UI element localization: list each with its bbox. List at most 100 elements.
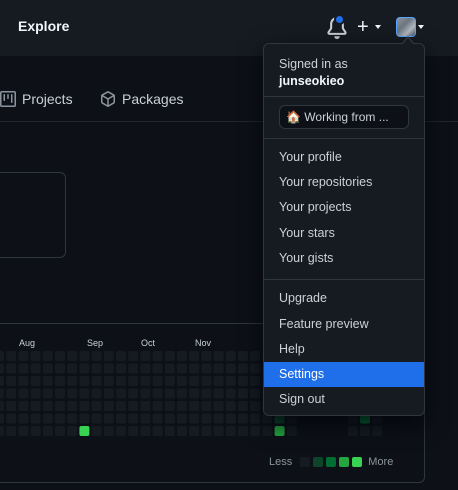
contribution-day[interactable] bbox=[116, 426, 126, 436]
menu-item-settings[interactable]: Settings bbox=[264, 362, 424, 387]
contribution-day[interactable] bbox=[360, 426, 370, 436]
contribution-day[interactable] bbox=[42, 426, 53, 436]
contribution-day[interactable] bbox=[238, 426, 248, 436]
contribution-day[interactable] bbox=[372, 426, 383, 436]
contribution-day[interactable] bbox=[0, 351, 4, 361]
contribution-day[interactable] bbox=[0, 401, 4, 411]
contribution-day[interactable] bbox=[250, 413, 261, 424]
contribution-day[interactable] bbox=[0, 426, 4, 436]
contribution-day[interactable] bbox=[67, 388, 78, 399]
contribution-day[interactable] bbox=[152, 388, 163, 399]
contribution-day[interactable] bbox=[128, 388, 139, 399]
contribution-day[interactable] bbox=[30, 413, 41, 424]
contribution-day[interactable] bbox=[116, 388, 126, 399]
contribution-day[interactable] bbox=[164, 363, 175, 374]
contribution-day[interactable] bbox=[213, 426, 224, 436]
contribution-day[interactable] bbox=[42, 376, 53, 386]
contribution-day[interactable] bbox=[103, 401, 114, 411]
contribution-day[interactable] bbox=[347, 426, 358, 436]
contribution-day[interactable] bbox=[18, 426, 29, 436]
contribution-day[interactable] bbox=[201, 388, 212, 399]
contribution-day[interactable] bbox=[55, 351, 65, 361]
contribution-day[interactable] bbox=[250, 363, 261, 374]
contribution-day[interactable] bbox=[152, 426, 163, 436]
contribution-day[interactable] bbox=[42, 401, 53, 411]
contribution-day[interactable] bbox=[225, 363, 236, 374]
contribution-day[interactable] bbox=[238, 401, 248, 411]
contribution-day[interactable] bbox=[177, 388, 187, 399]
contribution-day[interactable] bbox=[18, 363, 29, 374]
contribution-day[interactable] bbox=[91, 363, 102, 374]
explore-link[interactable]: Explore bbox=[18, 18, 69, 34]
contribution-day[interactable] bbox=[55, 413, 65, 424]
contribution-day[interactable] bbox=[116, 401, 126, 411]
contribution-day[interactable] bbox=[18, 413, 29, 424]
contribution-day[interactable] bbox=[91, 388, 102, 399]
menu-item-your-stars[interactable]: Your stars bbox=[264, 221, 424, 246]
contribution-day[interactable] bbox=[67, 363, 78, 374]
contribution-day[interactable] bbox=[177, 426, 187, 436]
contribution-day[interactable] bbox=[177, 351, 187, 361]
contribution-day[interactable] bbox=[30, 363, 41, 374]
contribution-day[interactable] bbox=[213, 363, 224, 374]
contribution-day[interactable] bbox=[6, 401, 17, 411]
contribution-day[interactable] bbox=[55, 388, 65, 399]
contribution-day[interactable] bbox=[189, 363, 200, 374]
contribution-day[interactable] bbox=[55, 376, 65, 386]
tab-packages[interactable]: Packages bbox=[100, 91, 183, 107]
contribution-day[interactable] bbox=[42, 388, 53, 399]
menu-item-help[interactable]: Help bbox=[264, 337, 424, 362]
contribution-day[interactable] bbox=[79, 363, 90, 374]
contribution-day[interactable] bbox=[128, 401, 139, 411]
contribution-day[interactable] bbox=[213, 376, 224, 386]
contribution-day[interactable] bbox=[189, 413, 200, 424]
contribution-day[interactable] bbox=[103, 426, 114, 436]
contribution-day[interactable] bbox=[103, 376, 114, 386]
contribution-day[interactable] bbox=[67, 376, 78, 386]
contribution-day[interactable] bbox=[250, 376, 261, 386]
contribution-day[interactable] bbox=[225, 388, 236, 399]
contribution-day[interactable] bbox=[116, 363, 126, 374]
create-new-button[interactable]: + bbox=[357, 16, 385, 38]
contribution-day[interactable] bbox=[250, 401, 261, 411]
contribution-day[interactable] bbox=[201, 376, 212, 386]
contribution-day[interactable] bbox=[67, 401, 78, 411]
contribution-day[interactable] bbox=[91, 351, 102, 361]
contribution-day[interactable] bbox=[79, 401, 90, 411]
contribution-day[interactable] bbox=[42, 351, 53, 361]
contribution-day[interactable] bbox=[274, 426, 285, 436]
contribution-day[interactable] bbox=[128, 413, 139, 424]
contribution-day[interactable] bbox=[103, 388, 114, 399]
contribution-day[interactable] bbox=[164, 426, 175, 436]
contribution-day[interactable] bbox=[250, 426, 261, 436]
contribution-day[interactable] bbox=[91, 426, 102, 436]
contribution-day[interactable] bbox=[30, 376, 41, 386]
contribution-day[interactable] bbox=[67, 426, 78, 436]
contribution-day[interactable] bbox=[164, 376, 175, 386]
contribution-day[interactable] bbox=[164, 351, 175, 361]
contribution-day[interactable] bbox=[6, 426, 17, 436]
contribution-day[interactable] bbox=[30, 388, 41, 399]
contribution-day[interactable] bbox=[152, 363, 163, 374]
contribution-day[interactable] bbox=[128, 426, 139, 436]
contribution-day[interactable] bbox=[152, 376, 163, 386]
contribution-day[interactable] bbox=[6, 376, 17, 386]
contribution-day[interactable] bbox=[177, 413, 187, 424]
contribution-day[interactable] bbox=[79, 388, 90, 399]
contribution-day[interactable] bbox=[55, 363, 65, 374]
contribution-day[interactable] bbox=[152, 401, 163, 411]
contribution-day[interactable] bbox=[140, 351, 151, 361]
contribution-day[interactable] bbox=[164, 388, 175, 399]
menu-item-upgrade[interactable]: Upgrade bbox=[264, 286, 424, 311]
contribution-day[interactable] bbox=[30, 401, 41, 411]
menu-item-your-repositories[interactable]: Your repositories bbox=[264, 170, 424, 195]
contribution-day[interactable] bbox=[189, 388, 200, 399]
contribution-day[interactable] bbox=[286, 426, 297, 436]
contribution-day[interactable] bbox=[140, 388, 151, 399]
contribution-day[interactable] bbox=[79, 426, 90, 436]
contribution-day[interactable] bbox=[79, 351, 90, 361]
contribution-day[interactable] bbox=[189, 376, 200, 386]
contribution-day[interactable] bbox=[0, 376, 4, 386]
contribution-day[interactable] bbox=[225, 351, 236, 361]
contribution-day[interactable] bbox=[201, 351, 212, 361]
